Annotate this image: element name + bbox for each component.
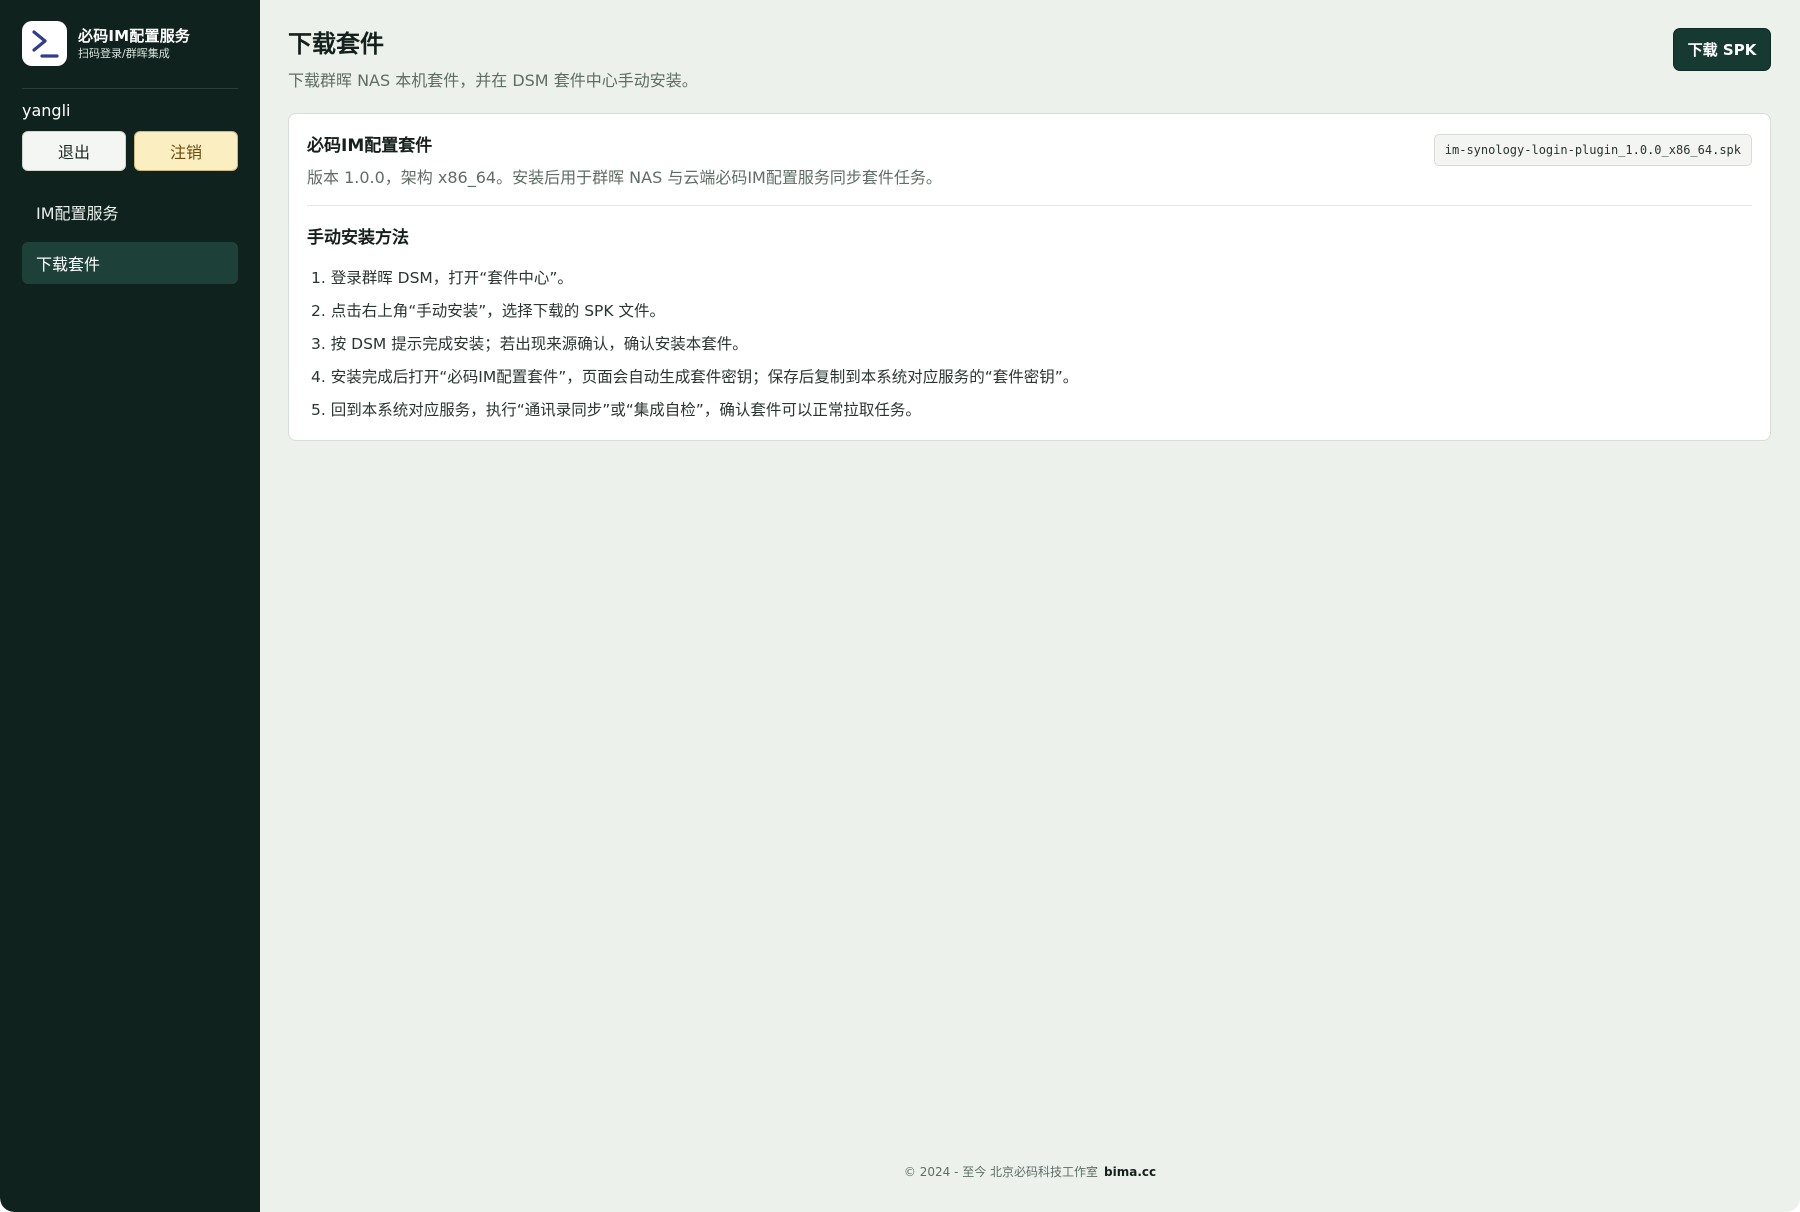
install-section-title: 手动安装方法 [307, 228, 409, 248]
page-title: 下载套件 [288, 30, 384, 58]
username: yangli [22, 101, 71, 120]
install-step: 1. 登录群晖 DSM，打开“套件中心”。 [311, 269, 573, 287]
install-steps: 1. 登录群晖 DSM，打开“套件中心”。 2. 点击右上角“手动安装”，选择下… [311, 262, 1078, 427]
install-step: 4. 安装完成后打开“必码IM配置套件”，页面会自动生成套件密钥；保存后复制到本… [311, 368, 1079, 386]
install-step: 2. 点击右上角“手动安装”，选择下载的 SPK 文件。 [311, 302, 665, 320]
sidebar-nav: IM配置服务 下载套件 [22, 191, 238, 284]
deregister-button[interactable]: 注销 [134, 131, 238, 171]
sidebar-item-label: 下载套件 [36, 255, 101, 274]
sidebar-item-label: IM配置服务 [36, 204, 119, 223]
card-divider [307, 205, 1752, 206]
install-step: 5. 回到本系统对应服务，执行“通讯录同步”或“集成自检”，确认套件可以正常拉取… [311, 401, 921, 419]
sidebar: 必码IM配置服务 扫码登录/群晖集成 yangli 退出 注销 IM配置服务 下… [0, 0, 260, 1212]
footer: © 2024 - 至今 北京必码科技工作室 bima.cc [260, 1163, 1800, 1181]
logout-button[interactable]: 退出 [22, 131, 126, 171]
terminal-prompt-icon [22, 21, 67, 66]
sidebar-item-im-config[interactable]: IM配置服务 [22, 191, 238, 233]
brand-title: 必码IM配置服务 [78, 26, 191, 45]
sidebar-divider [22, 88, 238, 89]
package-title: 必码IM配置套件 [307, 136, 433, 156]
app-window: 必码IM配置服务 扫码登录/群晖集成 yangli 退出 注销 IM配置服务 下… [0, 0, 1800, 1212]
footer-link[interactable]: bima.cc [1104, 1165, 1156, 1179]
auth-actions: 退出 注销 [22, 131, 238, 171]
page-subtitle: 下载群晖 NAS 本机套件，并在 DSM 套件中心手动安装。 [288, 71, 698, 90]
brand: 必码IM配置服务 扫码登录/群晖集成 [22, 21, 238, 66]
footer-text: © 2024 - 至今 北京必码科技工作室 [903, 1165, 1099, 1179]
main-content: 下载套件 下载群晖 NAS 本机套件，并在 DSM 套件中心手动安装。 下载 S… [260, 0, 1800, 1212]
package-filename: im-synology-login-plugin_1.0.0_x86_64.sp… [1433, 134, 1752, 166]
sidebar-item-download-package[interactable]: 下载套件 [22, 242, 238, 284]
install-step: 3. 按 DSM 提示完成安装；若出现来源确认，确认安装本套件。 [311, 335, 748, 353]
brand-subtitle: 扫码登录/群晖集成 [78, 46, 170, 60]
download-spk-button[interactable]: 下载 SPK [1673, 28, 1771, 71]
package-card: 必码IM配置套件 版本 1.0.0，架构 x86_64。安装后用于群晖 NAS … [288, 113, 1771, 441]
package-description: 版本 1.0.0，架构 x86_64。安装后用于群晖 NAS 与云端必码IM配置… [307, 168, 942, 187]
